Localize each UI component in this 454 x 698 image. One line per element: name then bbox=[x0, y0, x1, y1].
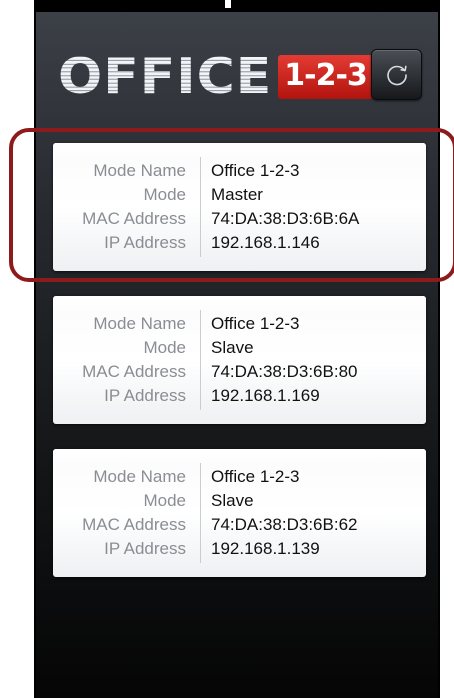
mode-label: Mode bbox=[143, 491, 186, 510]
ip-value: 192.168.1.139 bbox=[211, 539, 320, 558]
mode-name-value: Office 1-2-3 bbox=[211, 467, 300, 486]
ip-row: IP Address 192.168.1.139 bbox=[53, 537, 426, 561]
mode-name-value: Office 1-2-3 bbox=[211, 314, 300, 333]
screen: OFFICE 1-2-3 Mode Name Office 1-2-3 Mode… bbox=[0, 0, 454, 698]
mac-row: MAC Address 74:DA:38:D3:6B:62 bbox=[53, 513, 426, 537]
mode-value: Master bbox=[211, 185, 263, 204]
mode-label: Mode bbox=[143, 338, 186, 357]
app-logo: OFFICE 1-2-3 bbox=[58, 48, 373, 106]
mode-row: Mode Slave bbox=[53, 336, 426, 360]
mode-name-row: Mode Name Office 1-2-3 bbox=[53, 312, 426, 336]
mode-name-value: Office 1-2-3 bbox=[211, 161, 300, 180]
mode-value: Slave bbox=[211, 338, 254, 357]
mac-label: MAC Address bbox=[82, 209, 186, 228]
logo-word: OFFICE bbox=[58, 48, 273, 106]
ip-row: IP Address 192.168.1.146 bbox=[53, 231, 426, 255]
mode-name-label: Mode Name bbox=[93, 314, 186, 333]
device-card-slave-1[interactable]: Mode Name Office 1-2-3 Mode Slave MAC Ad… bbox=[53, 296, 426, 424]
mac-label: MAC Address bbox=[82, 362, 186, 381]
mode-row: Mode Master bbox=[53, 183, 426, 207]
ip-value: 192.168.1.146 bbox=[211, 233, 320, 252]
mac-value: 74:DA:38:D3:6B:6A bbox=[211, 209, 360, 228]
mac-row: MAC Address 74:DA:38:D3:6B:6A bbox=[53, 207, 426, 231]
mode-row: Mode Slave bbox=[53, 489, 426, 513]
top-marker bbox=[225, 0, 231, 8]
mac-value: 74:DA:38:D3:6B:80 bbox=[211, 362, 358, 381]
mode-label: Mode bbox=[143, 185, 186, 204]
refresh-icon bbox=[386, 65, 407, 85]
ip-label: IP Address bbox=[104, 539, 186, 558]
ip-label: IP Address bbox=[104, 386, 186, 405]
ip-value: 192.168.1.169 bbox=[211, 386, 320, 405]
mode-name-label: Mode Name bbox=[93, 467, 186, 486]
ip-label: IP Address bbox=[104, 233, 186, 252]
mac-value: 74:DA:38:D3:6B:62 bbox=[211, 515, 358, 534]
device-card-master[interactable]: Mode Name Office 1-2-3 Mode Master MAC A… bbox=[53, 143, 426, 271]
mode-name-label: Mode Name bbox=[93, 161, 186, 180]
mac-row: MAC Address 74:DA:38:D3:6B:80 bbox=[53, 360, 426, 384]
refresh-button[interactable] bbox=[371, 49, 422, 100]
device-card-slave-2[interactable]: Mode Name Office 1-2-3 Mode Slave MAC Ad… bbox=[53, 449, 426, 577]
mac-label: MAC Address bbox=[82, 515, 186, 534]
top-bar bbox=[34, 0, 440, 12]
mode-name-row: Mode Name Office 1-2-3 bbox=[53, 159, 426, 183]
ip-row: IP Address 192.168.1.169 bbox=[53, 384, 426, 408]
mode-name-row: Mode Name Office 1-2-3 bbox=[53, 465, 426, 489]
mode-value: Slave bbox=[211, 491, 254, 510]
logo-badge: 1-2-3 bbox=[278, 55, 373, 99]
